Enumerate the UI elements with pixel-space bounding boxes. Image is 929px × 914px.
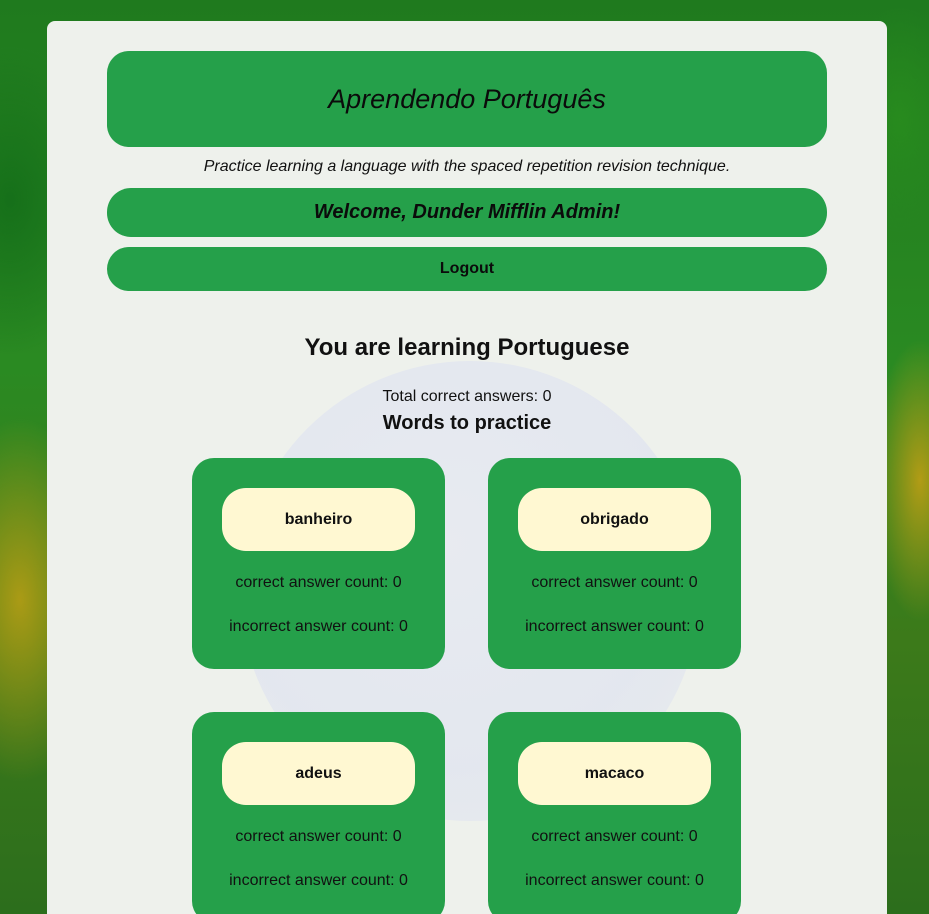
word-label: obrigado	[518, 488, 711, 551]
word-card: banheiro correct answer count: 0 incorre…	[192, 458, 445, 669]
correct-count: correct answer count: 0	[531, 574, 698, 591]
word-card: macaco correct answer count: 0 incorrect…	[488, 712, 741, 914]
incorrect-count: incorrect answer count: 0	[525, 618, 704, 635]
incorrect-count: incorrect answer count: 0	[229, 618, 408, 635]
word-label: banheiro	[222, 488, 415, 551]
word-label: macaco	[518, 742, 711, 805]
incorrect-count: incorrect answer count: 0	[525, 872, 704, 889]
word-label: adeus	[222, 742, 415, 805]
correct-count: correct answer count: 0	[531, 828, 698, 845]
words-to-practice-heading: Words to practice	[382, 412, 552, 434]
site-title-banner: Aprendendo Português	[107, 51, 827, 147]
learning-heading: You are learning Portuguese	[304, 334, 630, 361]
logout-label: Logout	[439, 260, 495, 277]
site-title: Aprendendo Português	[328, 84, 606, 114]
welcome-message: Welcome, Dunder Mifflin Admin!	[313, 201, 621, 223]
logout-button[interactable]: Logout	[107, 247, 827, 291]
total-correct-answers: Total correct answers: 0	[382, 388, 552, 405]
word-card: obrigado correct answer count: 0 incorre…	[488, 458, 741, 669]
site-tagline: Practice learning a language with the sp…	[203, 158, 731, 175]
correct-count: correct answer count: 0	[235, 574, 402, 591]
welcome-banner: Welcome, Dunder Mifflin Admin!	[107, 188, 827, 237]
correct-count: correct answer count: 0	[235, 828, 402, 845]
main-panel: Aprendendo Português Practice learning a…	[47, 21, 887, 914]
incorrect-count: incorrect answer count: 0	[229, 872, 408, 889]
word-card: adeus correct answer count: 0 incorrect …	[192, 712, 445, 914]
